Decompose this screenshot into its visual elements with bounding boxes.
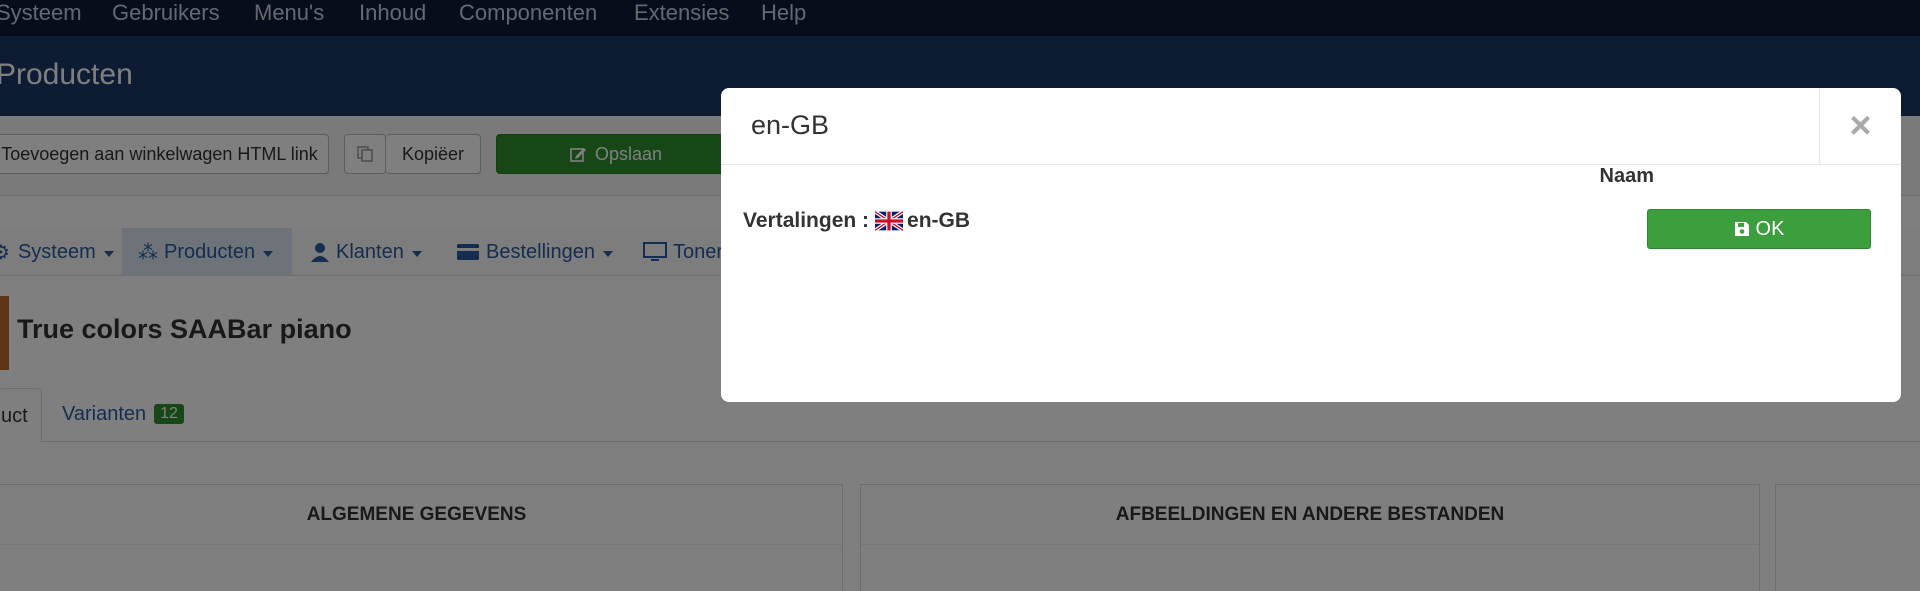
modal-body: Vertalingen : en-GB OK Naam Naam (721, 165, 1901, 402)
close-button[interactable]: × (1819, 88, 1901, 165)
ok-label: OK (1755, 217, 1785, 240)
language-code: en-GB (907, 209, 971, 232)
ok-button[interactable]: OK (1647, 209, 1871, 249)
uk-flag-icon (875, 211, 904, 231)
translations-heading: Vertalingen : en-GB (743, 209, 970, 233)
close-icon: × (1849, 105, 1872, 147)
translation-modal: en-GB × Vertalingen : en-GB OK Naam (721, 88, 1901, 402)
translations-label: Vertalingen : (743, 209, 870, 232)
modal-title: en-GB (751, 110, 830, 140)
modal-header: en-GB × (721, 88, 1901, 165)
name-field-label: Naam (1599, 165, 1654, 187)
save-icon (1734, 222, 1749, 236)
